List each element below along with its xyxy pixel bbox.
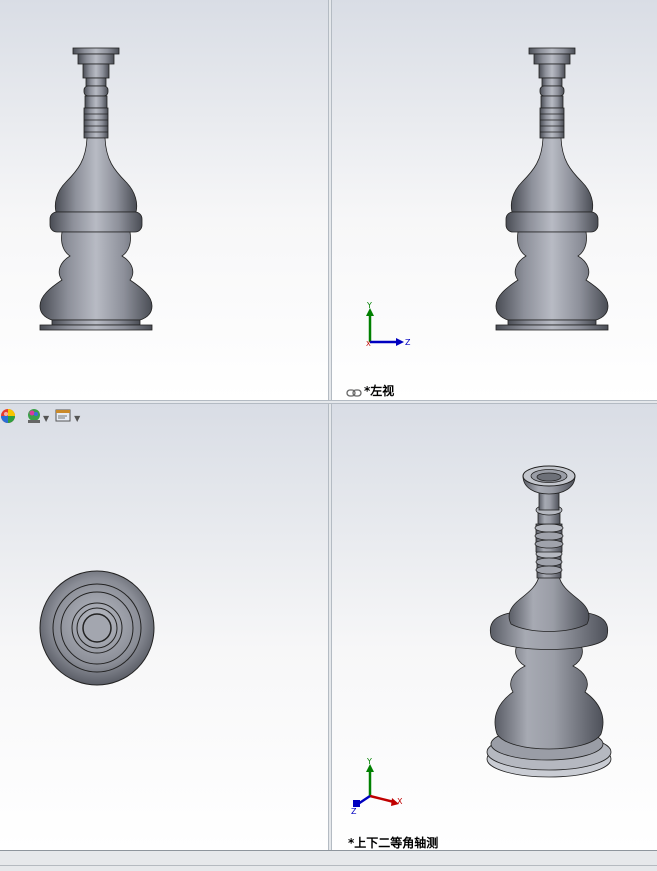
view-settings-dropdown-icon[interactable]: ▼ bbox=[74, 414, 80, 423]
horizontal-viewport-splitter[interactable] bbox=[0, 400, 657, 404]
isometric-viewport[interactable]: Y X Z *上下二等角轴测 bbox=[332, 404, 657, 850]
view-settings-button[interactable]: ▼ bbox=[55, 408, 84, 428]
scene-dropdown-icon[interactable]: ▼ bbox=[43, 414, 49, 423]
appearance-button[interactable] bbox=[0, 408, 16, 428]
isometric-coordinate-triad: Y X Z bbox=[351, 757, 403, 816]
link-view-icon[interactable] bbox=[346, 387, 362, 397]
vase-left-view[interactable]: Y Z X bbox=[332, 0, 657, 400]
view-settings-icon bbox=[55, 408, 73, 428]
triad-z-label: Z bbox=[405, 338, 411, 347]
iso-triad-z-label: Z bbox=[351, 807, 357, 816]
scene-icon bbox=[26, 408, 42, 428]
iso-view-label: *上下二等角轴测 bbox=[348, 836, 439, 850]
left-viewport[interactable]: Y Z X *左视 bbox=[332, 0, 657, 400]
coordinate-triad: Y Z X bbox=[366, 301, 411, 348]
front-viewport[interactable] bbox=[0, 0, 328, 400]
view-toolbar: ▼ ▼ bbox=[0, 406, 84, 430]
status-bar bbox=[0, 850, 657, 871]
triad-y-label: Y bbox=[366, 301, 372, 310]
vase-top-view[interactable] bbox=[0, 404, 328, 850]
scene-button[interactable]: ▼ bbox=[26, 408, 53, 428]
vase-isometric-view[interactable]: Y X Z bbox=[332, 404, 657, 850]
top-viewport[interactable] bbox=[0, 404, 328, 850]
iso-triad-x-label: X bbox=[397, 797, 403, 806]
vase-front-view[interactable] bbox=[0, 0, 328, 400]
left-view-label: *左视 bbox=[346, 382, 394, 399]
appearance-sphere-icon bbox=[0, 408, 16, 428]
triad-x-label: X bbox=[366, 340, 371, 348]
vertical-viewport-splitter[interactable] bbox=[328, 0, 332, 850]
left-view-name: *左视 bbox=[364, 384, 395, 398]
iso-triad-y-label: Y bbox=[366, 757, 372, 766]
